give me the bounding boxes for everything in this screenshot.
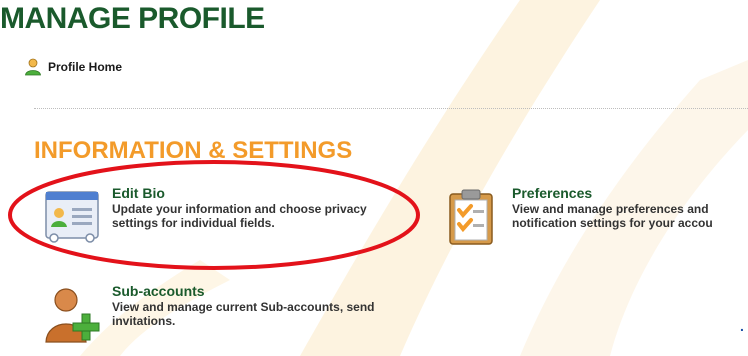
preferences-desc-line1: View and manage preferences and [512,202,709,216]
preferences-desc-line2: notification settings for your accou [512,216,713,230]
edit-bio-desc-line1: Update your information and choose priva… [112,202,367,216]
edit-bio-description: Update your information and choose priva… [112,202,367,230]
section-heading: INFORMATION & SETTINGS [34,137,353,164]
section-divider [34,108,748,109]
contact-card-icon [45,191,99,243]
preferences-link[interactable]: Preferences [512,186,713,201]
corner-mark: . [740,318,744,334]
subaccounts-desc-line2: invitations. [112,314,176,328]
page-title: MANAGE PROFILE [0,2,265,35]
add-user-icon [45,288,100,343]
subaccounts-desc-line1: View and manage current Sub-accounts, se… [112,300,375,314]
profile-home-label: Profile Home [48,60,123,74]
preferences-item[interactable]: Preferences View and manage preferences … [442,186,713,246]
preferences-description: View and manage preferences and notifica… [512,202,713,230]
subaccounts-item[interactable]: Sub-accounts View and manage current Sub… [42,284,375,344]
subaccounts-description: View and manage current Sub-accounts, se… [112,300,375,328]
user-icon [25,58,41,76]
edit-bio-link[interactable]: Edit Bio [112,186,367,201]
edit-bio-item[interactable]: Edit Bio Update your information and cho… [42,186,367,246]
edit-bio-desc-line2: settings for individual fields. [112,216,275,230]
subaccounts-link[interactable]: Sub-accounts [112,284,375,299]
profile-home-link[interactable]: Profile Home [24,58,122,76]
clipboard-checklist-icon [449,189,493,245]
